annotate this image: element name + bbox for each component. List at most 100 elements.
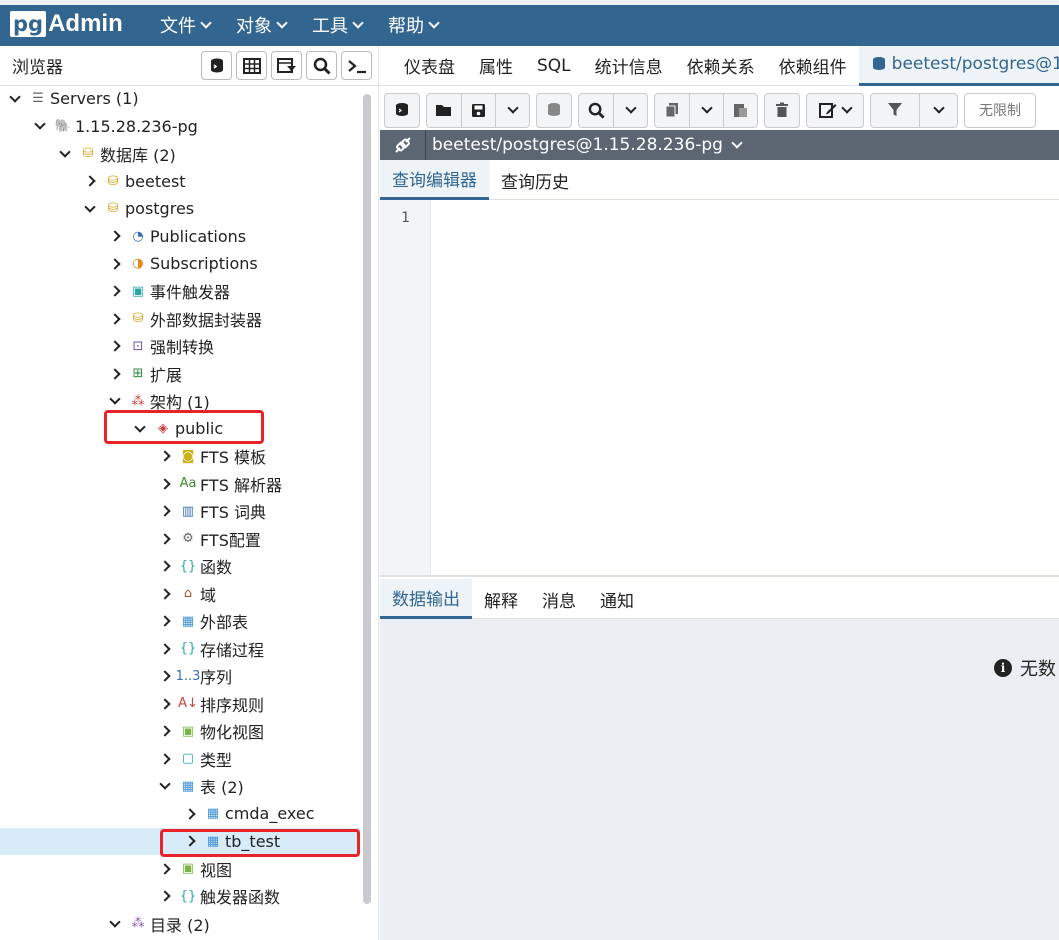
- tree-item[interactable]: ▥ FTS 词典: [0, 498, 360, 525]
- chevron-right-icon[interactable]: [181, 805, 199, 823]
- tab-explain[interactable]: 解释: [472, 579, 530, 619]
- find-options-chevron-down-icon[interactable]: [613, 93, 647, 127]
- tree-item[interactable]: A↓ 排序规则: [0, 690, 360, 717]
- filter-options-chevron-down-icon[interactable]: [919, 93, 957, 127]
- chevron-down-icon[interactable]: [156, 777, 174, 795]
- save-file-icon[interactable]: [461, 93, 495, 127]
- tree-item[interactable]: {} 触发器函数: [0, 883, 360, 910]
- delete-trash-icon[interactable]: [765, 94, 799, 127]
- chevron-right-icon[interactable]: [156, 722, 174, 740]
- tab-statistics[interactable]: 统计信息: [583, 46, 675, 86]
- tab-data-output[interactable]: 数据输出: [380, 579, 472, 619]
- tab-dependencies[interactable]: 依赖关系: [675, 46, 767, 86]
- chevron-right-icon[interactable]: [156, 750, 174, 768]
- chevron-right-icon[interactable]: [106, 227, 124, 245]
- query-tool-icon[interactable]: [201, 51, 232, 80]
- chevron-right-icon[interactable]: [156, 640, 174, 658]
- chevron-right-icon[interactable]: [106, 282, 124, 300]
- chevron-right-icon[interactable]: [106, 337, 124, 355]
- tree-item[interactable]: {} 存储过程: [0, 635, 360, 662]
- tab-sql[interactable]: SQL: [525, 46, 583, 86]
- tree-item[interactable]: ☰ Servers (1): [0, 86, 360, 112]
- tree-toggle-glyph: [109, 312, 121, 325]
- tab-query-tool[interactable]: beetest/postgres@1.: [858, 45, 1059, 86]
- paste-icon[interactable]: [723, 93, 757, 127]
- chevron-right-icon[interactable]: [156, 667, 174, 685]
- tree-item[interactable]: ⚙ FTS配置: [0, 525, 360, 552]
- psql-tool-icon[interactable]: [341, 51, 372, 80]
- connection-status-icon[interactable]: [380, 130, 426, 160]
- tab-dashboard[interactable]: 仪表盘: [392, 46, 467, 86]
- tree-scrollbar[interactable]: [363, 94, 371, 904]
- chevron-down-icon[interactable]: [6, 90, 24, 108]
- menu-tools[interactable]: 工具: [312, 12, 366, 38]
- tree-item[interactable]: ▣ 视图: [0, 855, 360, 882]
- menu-help[interactable]: 帮助: [388, 12, 442, 38]
- chevron-right-icon[interactable]: [156, 557, 174, 575]
- menu-file[interactable]: 文件: [160, 12, 214, 38]
- chevron-right-icon[interactable]: [106, 255, 124, 273]
- tree-item[interactable]: ⁂ 目录 (2): [0, 910, 360, 937]
- chevron-down-icon[interactable]: [31, 117, 49, 135]
- tree-item[interactable]: ▦ 表 (2): [0, 773, 360, 800]
- view-data-icon[interactable]: [236, 51, 267, 80]
- sequence-icon: 1..3: [175, 668, 201, 684]
- connection-selector[interactable]: beetest/postgres@1.15.28.236-pg: [426, 135, 743, 155]
- chevron-right-icon[interactable]: [156, 585, 174, 603]
- copy-options-chevron-down-icon[interactable]: [689, 93, 723, 127]
- tree-item[interactable]: ▣ 事件触发器: [0, 278, 360, 305]
- open-file-icon[interactable]: [427, 94, 461, 127]
- tree-item[interactable]: ▢ 类型: [0, 745, 360, 772]
- chevron-right-icon[interactable]: [156, 612, 174, 630]
- row-limit-select[interactable]: 无限制: [964, 92, 1036, 128]
- chevron-right-icon[interactable]: [106, 310, 124, 328]
- tab-properties[interactable]: 属性: [467, 46, 525, 86]
- tree-item[interactable]: ▦ cmda_exec: [0, 800, 360, 827]
- tree-item[interactable]: Aa FTS 解析器: [0, 470, 360, 497]
- tree-item[interactable]: ⛁ postgres: [0, 195, 360, 222]
- tree-item[interactable]: ▣ 物化视图: [0, 718, 360, 745]
- tab-query-history[interactable]: 查询历史: [489, 160, 581, 200]
- tree-item[interactable]: ◙ FTS 模板: [0, 443, 360, 470]
- save-options-chevron-down-icon[interactable]: [495, 93, 529, 127]
- tree-item[interactable]: {} 函数: [0, 553, 360, 580]
- tree-item[interactable]: ◔ Publications: [0, 223, 360, 250]
- tab-notifications[interactable]: 通知: [588, 579, 646, 619]
- tab-query-editor[interactable]: 查询编辑器: [380, 160, 489, 200]
- chevron-down-icon[interactable]: [81, 200, 99, 218]
- chevron-right-icon[interactable]: [156, 502, 174, 520]
- tree-item[interactable]: 🐘 1.15.28.236-pg: [0, 113, 360, 140]
- tree-item[interactable]: ▦ 外部表: [0, 608, 360, 635]
- filtered-rows-icon[interactable]: [271, 51, 302, 80]
- chevron-right-icon[interactable]: [156, 475, 174, 493]
- find-search-icon[interactable]: [579, 94, 613, 127]
- tree-item[interactable]: ⛁ beetest: [0, 168, 360, 195]
- chevron-right-icon[interactable]: [106, 365, 124, 383]
- tab-dependents[interactable]: 依赖组件: [767, 46, 859, 86]
- chevron-right-icon[interactable]: [156, 887, 174, 905]
- tree-item[interactable]: ⛁ 数据库 (2): [0, 140, 360, 167]
- tree-item[interactable]: ⛁ 外部数据封装器: [0, 305, 360, 332]
- chevron-down-icon[interactable]: [56, 145, 74, 163]
- filter-icon[interactable]: [871, 94, 919, 127]
- tree-item[interactable]: 1..3 序列: [0, 663, 360, 690]
- chevron-down-icon[interactable]: [106, 915, 124, 933]
- menu-object[interactable]: 对象: [236, 12, 290, 38]
- chevron-right-icon[interactable]: [156, 695, 174, 713]
- tree-item[interactable]: ⊞ 扩展: [0, 360, 360, 387]
- chevron-right-icon[interactable]: [156, 447, 174, 465]
- search-icon[interactable]: [306, 51, 337, 80]
- tree-item[interactable]: ⌂ 域: [0, 580, 360, 607]
- edit-pencil-icon[interactable]: [807, 94, 863, 127]
- tree-item[interactable]: ◑ Subscriptions: [0, 250, 360, 277]
- query-history-db-icon[interactable]: [537, 94, 571, 127]
- chevron-down-icon[interactable]: [106, 392, 124, 410]
- chevron-right-icon[interactable]: [156, 860, 174, 878]
- tree-item[interactable]: ⊡ 强制转换: [0, 333, 360, 360]
- tab-messages[interactable]: 消息: [530, 579, 588, 619]
- query-db-icon[interactable]: [385, 94, 419, 127]
- sql-editor[interactable]: 1: [380, 200, 1059, 577]
- chevron-right-icon[interactable]: [81, 172, 99, 190]
- copy-icon[interactable]: [655, 94, 689, 127]
- chevron-right-icon[interactable]: [156, 530, 174, 548]
